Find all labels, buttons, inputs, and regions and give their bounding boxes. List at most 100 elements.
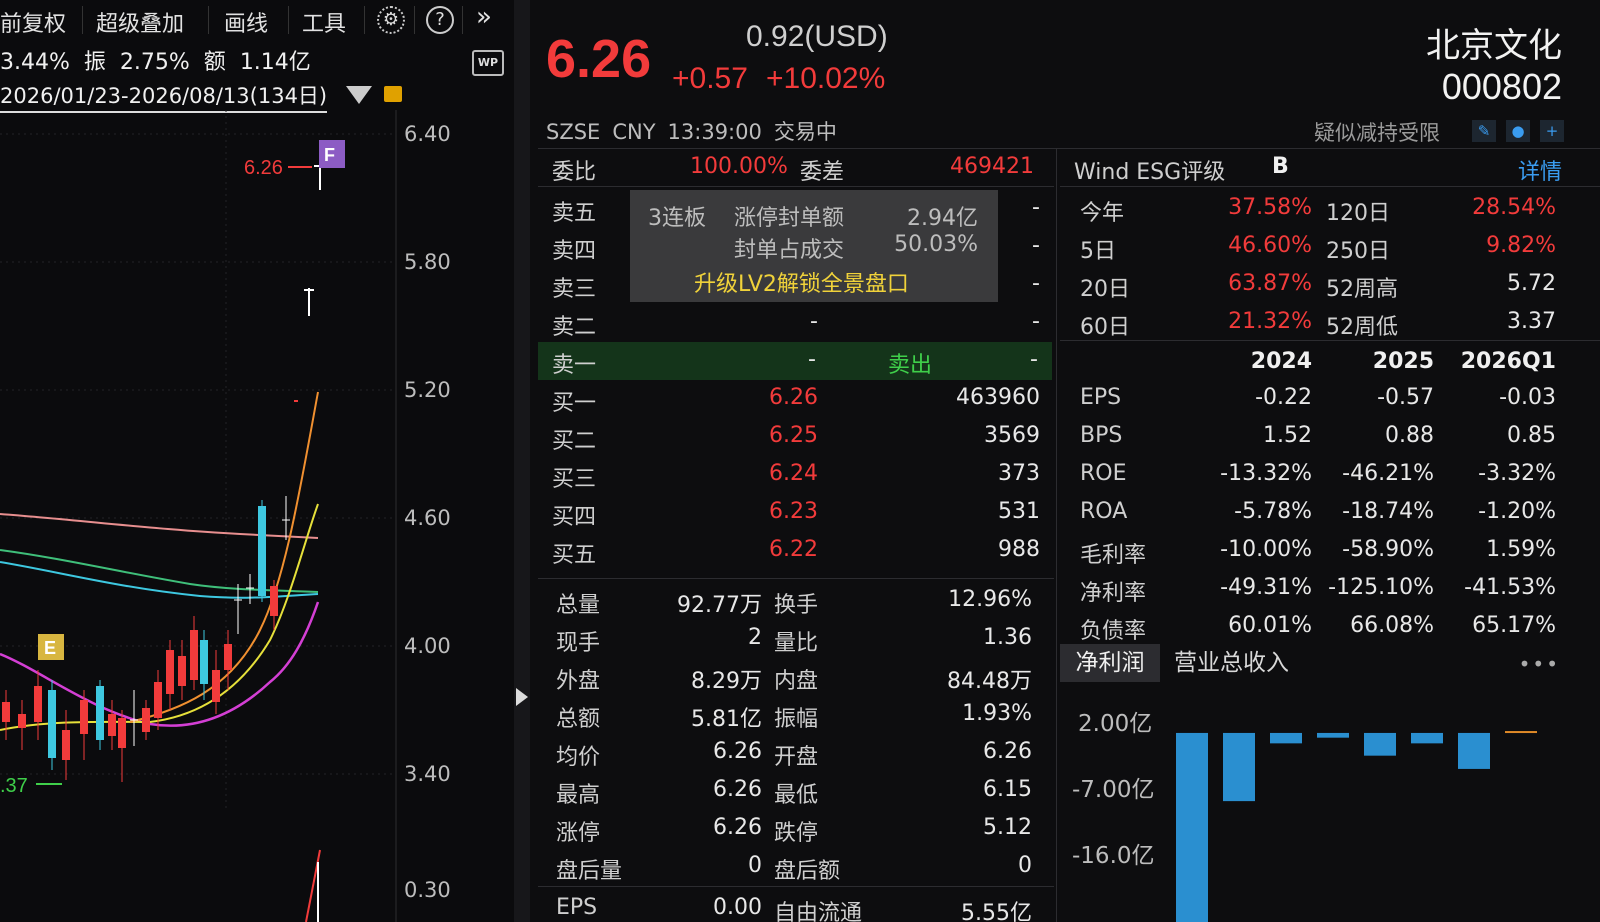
stat-key: 外盘 (556, 669, 601, 694)
streak-label: 3连板 (648, 206, 706, 231)
kline-stats: 3.44% 振 2.75% 额 1.14亿 (0, 44, 325, 76)
buy-row[interactable]: 买五 6.22 988 (538, 532, 1054, 570)
buy-label: 买二 (552, 429, 597, 454)
candles (2, 158, 326, 782)
stat-value: 84.48万 (947, 669, 1032, 694)
financials-row: EPS -0.22 -0.57 -0.03 (1060, 380, 1600, 418)
pencil-icon[interactable]: ✎ (1472, 120, 1496, 142)
fin-value: -0.03 (1499, 385, 1556, 410)
financials-row: ROE -13.32% -46.21% -3.32% (1060, 456, 1600, 494)
profit-bar[interactable] (1364, 732, 1396, 756)
stat-value: 6.15 (983, 777, 1032, 802)
date-range-link[interactable]: 2026/01/23-2026/08/13(134日) (0, 80, 328, 113)
stat-amount: 1.14亿 (239, 50, 311, 75)
fin-value: -13.32% (1220, 461, 1312, 486)
y-axis-label: 5.80 (404, 250, 451, 274)
fin-year: 2024 (1250, 349, 1312, 374)
esg-detail-link[interactable]: 详情 (1518, 154, 1562, 186)
y-axis-label: 4.00 (404, 634, 451, 658)
sell-vol: - (1032, 271, 1040, 296)
sell-vol: - (1032, 309, 1040, 334)
toolbar-draw[interactable]: 画线 (224, 6, 268, 38)
fin-year: 2025 (1372, 349, 1434, 374)
toolbar-divider (208, 6, 209, 34)
esg-row: Wind ESG评级 B 详情 (1060, 150, 1600, 186)
stat-key: 振幅 (774, 707, 819, 732)
bell-icon[interactable]: ● (1506, 120, 1530, 142)
fin-value: 0.85 (1507, 423, 1556, 448)
currency: CNY (612, 120, 656, 144)
fin-value: -5.78% (1234, 499, 1312, 524)
perf-period: 52周高 (1326, 277, 1398, 302)
sell-row[interactable]: 卖二 - - (538, 304, 1054, 342)
stat-change: 3.44% (0, 50, 70, 75)
lock-icon[interactable] (384, 86, 402, 102)
profit-bar[interactable] (1176, 732, 1208, 922)
tab-net-profit[interactable]: 净利润 (1060, 644, 1160, 682)
perf-period: 20日 (1080, 277, 1130, 302)
lv2-overlay[interactable]: 3连板 涨停封单额 2.94亿 封单占成交 50.03% 升级LV2解锁全景盘口 (630, 190, 998, 302)
financials-header: 2024 2025 2026Q1 (1060, 344, 1600, 382)
buy-row[interactable]: 买二 6.25 3569 (538, 418, 1054, 456)
candlestick-chart[interactable]: 6.26 F E .37 (0, 110, 400, 922)
panel-collapse-bar[interactable] (514, 0, 530, 922)
stock-name: 北京文化 (1426, 26, 1562, 66)
profit-bar[interactable] (1223, 732, 1255, 802)
profit-bar[interactable] (1505, 731, 1537, 734)
stock-code: 000802 (1441, 66, 1562, 107)
divider (538, 578, 1054, 579)
buy-row[interactable]: 买四 6.23 531 (538, 494, 1054, 532)
perf-value: 46.60% (1228, 233, 1312, 258)
stat-key: 现手 (556, 631, 601, 656)
add-icon[interactable]: + (1540, 120, 1564, 142)
stat-value: 92.77万 (677, 593, 762, 618)
profit-bar[interactable] (1317, 732, 1349, 738)
price-change-pct: +10.02% (766, 62, 886, 95)
profit-bar[interactable] (1458, 732, 1490, 769)
stat-amount-label: 额 (203, 50, 226, 75)
fin-value: 66.08% (1350, 613, 1434, 638)
buy-vol: 463960 (956, 385, 1040, 410)
sell-action[interactable]: 卖出 (888, 347, 932, 379)
stat-row: 总量 92.77万 换手 12.96% (538, 582, 1054, 620)
dropdown-triangle-icon[interactable] (346, 86, 372, 104)
wp-icon[interactable]: WP (472, 50, 504, 76)
net-profit-bar-chart[interactable] (1160, 690, 1580, 922)
perf-value: 28.54% (1472, 195, 1556, 220)
toolbar-overlay[interactable]: 超级叠加 (96, 6, 184, 38)
buy-row[interactable]: 买一 6.26 463960 (538, 380, 1054, 418)
sell-vol: - (1030, 347, 1038, 372)
toolbar-tools[interactable]: 工具 (302, 6, 346, 38)
question-icon[interactable]: ? (426, 6, 454, 34)
warning-text[interactable]: 疑似减持受限 (1314, 117, 1440, 147)
double-chevron-right-icon[interactable]: » (476, 2, 492, 32)
y-axis-label: 0.30 (404, 878, 451, 902)
toolbar-divider (288, 6, 289, 34)
stat-value: 5.55亿 (961, 901, 1032, 922)
gear-icon[interactable]: ⚙ (377, 6, 405, 34)
toolbar-adjust[interactable]: 前复权 (0, 6, 66, 38)
more-icon[interactable]: ••• (1519, 652, 1560, 676)
sell-label: 卖三 (552, 277, 597, 302)
tab-revenue[interactable]: 营业总收入 (1174, 644, 1289, 682)
stat-key: 盘后量 (556, 859, 623, 884)
upgrade-link[interactable]: 升级LV2解锁全景盘口 (694, 266, 909, 298)
perf-value: 37.58% (1228, 195, 1312, 220)
stat-value: 6.26 (713, 739, 762, 764)
profit-bar[interactable] (1411, 732, 1443, 744)
chevron-right-icon[interactable] (516, 688, 528, 706)
stat-key: 总量 (556, 593, 601, 618)
buy-row[interactable]: 买三 6.24 373 (538, 456, 1054, 494)
stat-key: 跌停 (774, 821, 819, 846)
sell-row[interactable]: 卖一 - 卖出 - (538, 342, 1052, 380)
stat-value: 0.00 (713, 895, 762, 920)
stat-value: 8.29万 (691, 669, 762, 694)
perf-period: 120日 (1326, 201, 1390, 226)
stat-key: 最低 (774, 783, 819, 808)
fin-label: ROA (1080, 499, 1128, 524)
sell-label: 卖二 (552, 315, 597, 340)
profit-bar[interactable] (1270, 732, 1302, 744)
stat-key: 总额 (556, 707, 601, 732)
fin-value: -1.20% (1478, 499, 1556, 524)
perf-period: 今年 (1080, 201, 1125, 226)
